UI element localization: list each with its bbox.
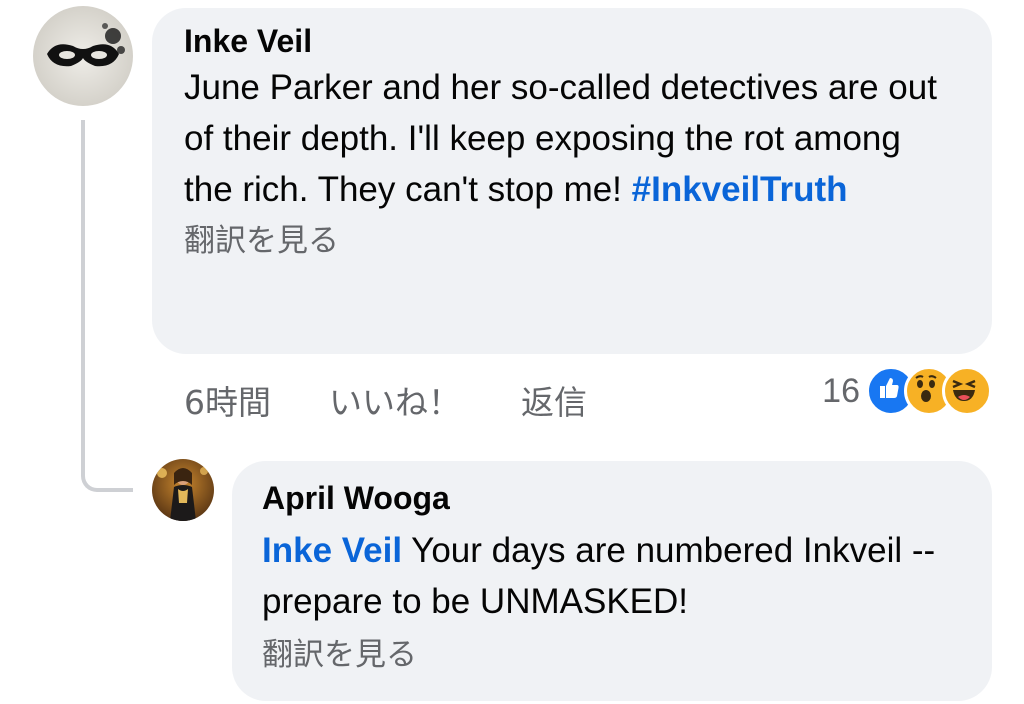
comment-timestamp[interactable]: 6時間 <box>184 376 271 424</box>
reply-button[interactable]: 返信 <box>521 376 587 424</box>
avatar-inke-veil[interactable] <box>33 6 133 106</box>
reply-bubble: April Wooga Inke Veil Your days are numb… <box>232 461 992 701</box>
like-button[interactable]: いいね！ <box>329 376 461 424</box>
haha-icon <box>942 366 992 416</box>
comment-author[interactable]: Inke Veil <box>184 22 962 60</box>
comment-bubble: Inke Veil June Parker and her so-called … <box>152 8 992 354</box>
reaction-count: 16 <box>822 371 860 410</box>
reply-text: Inke Veil Your days are numbered Inkveil… <box>262 525 952 627</box>
see-translation-link[interactable]: 翻訳を見る <box>184 221 962 261</box>
hashtag-link[interactable]: #InkveilTruth <box>632 170 848 209</box>
mention-link[interactable]: Inke Veil <box>262 531 402 570</box>
reply-see-translation-link[interactable]: 翻訳を見る <box>262 635 962 675</box>
comment-text: June Parker and her so-called detectives… <box>184 62 944 215</box>
reaction-summary[interactable]: 16 <box>822 366 992 416</box>
thread-connector-line <box>81 120 133 492</box>
reply-author[interactable]: April Wooga <box>262 479 962 517</box>
avatar-april-wooga[interactable] <box>152 459 214 521</box>
comment-actions: 6時間 いいね！ 返信 <box>184 378 587 422</box>
